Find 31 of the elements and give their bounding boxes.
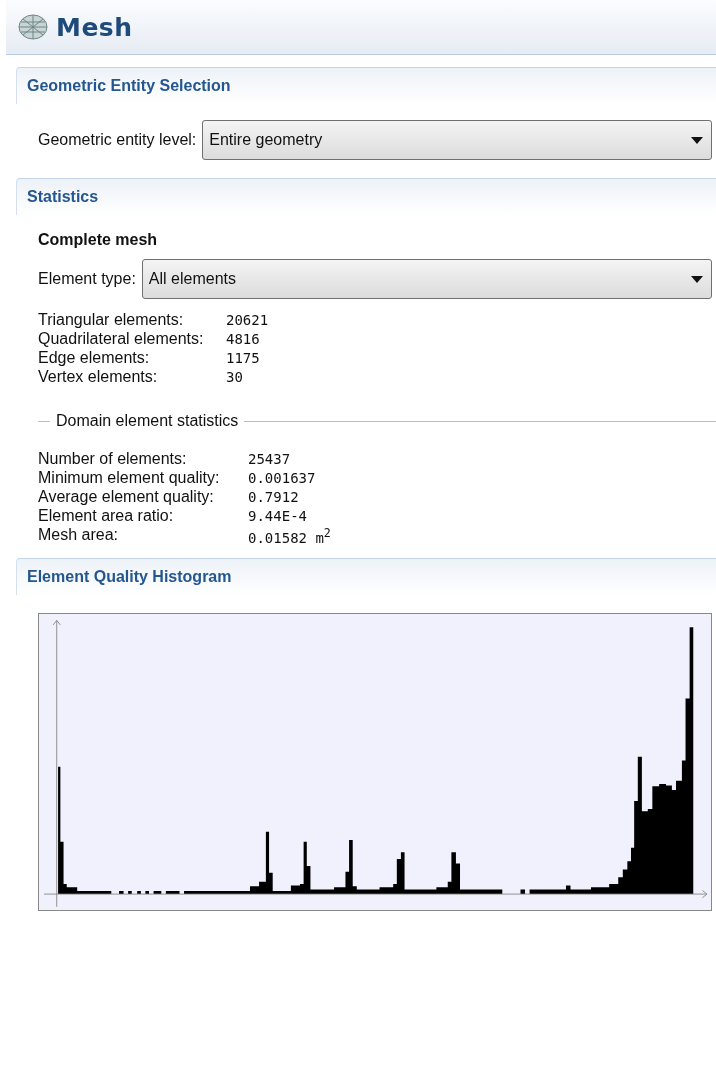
mesh-icon (18, 14, 48, 40)
group-title: Domain element statistics (56, 412, 239, 430)
section-header[interactable]: Statistics (16, 178, 716, 215)
stat-value: 20621 (226, 312, 270, 328)
stat-label: Vertex elements: (38, 368, 159, 386)
stat-label: Mesh area: (38, 526, 120, 545)
section-header[interactable]: Element Quality Histogram (16, 557, 716, 595)
subsection-title: Complete mesh (38, 231, 159, 249)
stat-label: Minimum element quality: (38, 469, 221, 487)
caret-icon (691, 136, 703, 144)
stat-value: 9.44E-4 (248, 508, 308, 524)
stat-value: 0.01582 m$^{2}$ (248, 526, 332, 546)
field-label: Geometric entity level: (38, 131, 197, 149)
caret-icon (691, 275, 703, 283)
stat-value: 25437 (248, 451, 292, 467)
stat-value: 4816 (226, 331, 261, 347)
stat-label: Edge elements: (38, 349, 151, 367)
stat-value: 0.7912 (248, 489, 300, 505)
stat-label: Element area ratio: (38, 507, 175, 525)
section-header[interactable]: Geometric Entity Selection (16, 67, 716, 104)
dropdown[interactable]: Entire geometry (202, 120, 712, 160)
stat-value: 1175 (226, 350, 261, 366)
dropdown[interactable]: All elements (141, 259, 712, 299)
stat-label: Average element quality: (38, 488, 215, 506)
stat-value: 30 (226, 369, 244, 385)
stat-label: Triangular elements: (38, 311, 185, 329)
window-title: Mesh (56, 12, 133, 42)
stat-label: Number of elements: (38, 450, 188, 468)
field-label: Element type: (38, 270, 136, 288)
stat-label: Quadrilateral elements: (38, 330, 205, 348)
stat-value: 0.001637 (248, 470, 317, 486)
